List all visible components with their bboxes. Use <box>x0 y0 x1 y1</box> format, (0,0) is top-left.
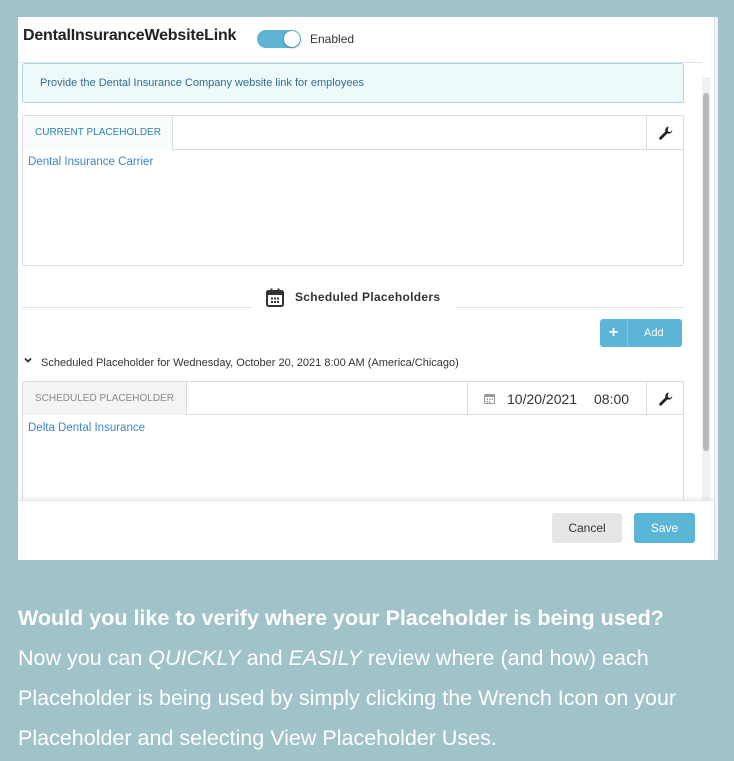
toggle-label: Enabled <box>310 32 355 46</box>
scheduled-wrench-button[interactable] <box>646 382 683 415</box>
caption-body: Now you can QUICKLY and EASILY review wh… <box>18 638 718 758</box>
schedule-time[interactable]: 08:00 <box>594 391 629 407</box>
section-divider-left <box>22 307 252 308</box>
save-button[interactable]: Save <box>634 513 695 543</box>
wrench-icon <box>659 392 673 406</box>
current-wrench-button[interactable] <box>646 116 683 150</box>
dialog-title: DentalInsuranceWebsiteLink <box>23 27 237 44</box>
section-divider-right <box>455 307 684 308</box>
scrollbar-thumb[interactable] <box>703 93 709 451</box>
calendar-icon <box>266 288 284 307</box>
scheduled-section-title: Scheduled Placeholders <box>295 290 441 304</box>
info-box: Provide the Dental Insurance Company web… <box>22 63 684 103</box>
toggle-knob <box>284 31 300 47</box>
tab-current-placeholder[interactable]: CURRENT PLACEHOLDER <box>23 116 173 150</box>
background-edge <box>714 17 718 560</box>
info-text: Provide the Dental Insurance Company web… <box>40 77 365 89</box>
placeholder-dialog: DentalInsuranceWebsiteLink Enabled Provi… <box>18 17 718 560</box>
schedule-date[interactable]: 10/20/2021 <box>507 391 577 407</box>
caption-quickly: QUICKLY <box>148 646 241 670</box>
wrench-icon <box>659 126 673 140</box>
enabled-toggle[interactable] <box>257 30 301 48</box>
scheduled-placeholder-value[interactable]: Delta Dental Insurance <box>28 422 145 434</box>
current-placeholder-header: CURRENT PLACEHOLDER <box>23 116 683 150</box>
caption: Would you like to verify where your Plac… <box>18 598 718 758</box>
caption-easily: EASILY <box>288 646 362 670</box>
dialog-scrollbar[interactable] <box>702 77 710 517</box>
tab-scheduled-placeholder-label: SCHEDULED PLACEHOLDER <box>35 393 174 404</box>
tab-current-placeholder-label: CURRENT PLACEHOLDER <box>35 127 161 138</box>
add-button-label: Add <box>644 327 664 339</box>
cancel-button[interactable]: Cancel <box>552 513 622 543</box>
caption-headline: Would you like to verify where your Plac… <box>18 606 664 630</box>
caption-text-1: Now you can <box>18 646 149 670</box>
scheduled-placeholder-title[interactable]: Scheduled Placeholder for Wednesday, Oct… <box>41 357 459 369</box>
chevron-down-icon[interactable] <box>23 355 33 365</box>
dialog-footer: Cancel Save <box>18 500 714 560</box>
schedule-datetime-field[interactable]: 10/20/2021 08:00 <box>467 382 648 415</box>
add-button[interactable]: + Add <box>600 319 682 347</box>
plus-icon: + <box>600 319 628 347</box>
caption-text-2: and <box>240 646 289 670</box>
current-placeholder-panel: CURRENT PLACEHOLDER Dental Insurance Car… <box>22 115 684 266</box>
current-placeholder-value[interactable]: Dental Insurance Carrier <box>28 156 153 168</box>
calendar-small-icon <box>484 394 495 404</box>
tab-scheduled-placeholder[interactable]: SCHEDULED PLACEHOLDER <box>23 382 187 415</box>
scheduled-placeholder-header: SCHEDULED PLACEHOLDER 10/20/2021 08:00 <box>23 382 683 415</box>
